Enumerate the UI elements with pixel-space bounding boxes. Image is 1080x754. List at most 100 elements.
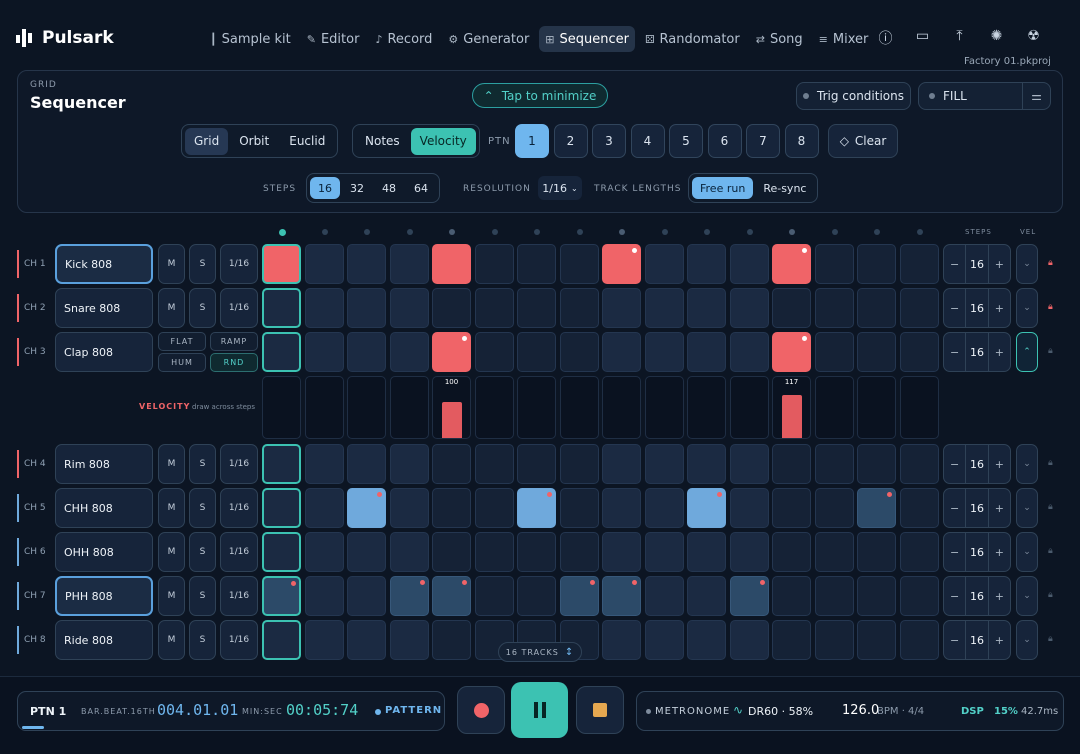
minus-button[interactable]: − [944, 458, 965, 471]
mute-button[interactable]: M [158, 288, 185, 328]
pattern-button[interactable]: 4 [630, 124, 665, 158]
pattern-button[interactable]: 2 [553, 124, 588, 158]
step-cell[interactable] [304, 244, 344, 284]
modes-grid[interactable]: Grid [185, 127, 229, 155]
plus-button[interactable]: + [989, 258, 1010, 271]
velocity-shape-hum[interactable]: HUM [158, 353, 206, 372]
solo-button[interactable]: S [189, 488, 216, 528]
step-cell[interactable] [474, 332, 514, 372]
step-cell[interactable] [602, 244, 641, 284]
track-resolution[interactable]: 1/16 [220, 444, 258, 484]
step-cell[interactable] [644, 620, 684, 660]
step-cell[interactable] [899, 488, 939, 528]
step-cell[interactable] [772, 620, 811, 660]
step-cell[interactable] [559, 532, 599, 572]
velocity-cell[interactable] [729, 376, 769, 439]
pattern-button[interactable]: 5 [669, 124, 703, 158]
plus-button[interactable]: + [989, 502, 1010, 515]
step-cell[interactable] [687, 532, 726, 572]
step-cell[interactable] [347, 444, 386, 484]
velocity-bar[interactable] [442, 402, 462, 438]
step-cell[interactable] [559, 288, 599, 328]
mute-button[interactable]: M [158, 620, 185, 660]
views-notes[interactable]: Notes [356, 128, 409, 155]
plus-button[interactable]: + [989, 590, 1010, 603]
step-cell[interactable] [389, 620, 429, 660]
velocity-cell[interactable] [347, 376, 386, 439]
solo-button[interactable]: S [189, 532, 216, 572]
velocity-cell[interactable] [814, 376, 854, 439]
step-cell[interactable] [347, 488, 386, 528]
minus-button[interactable]: − [944, 546, 965, 559]
step-cell[interactable] [814, 488, 854, 528]
step-cell[interactable] [517, 332, 556, 372]
modes-euclid[interactable]: Euclid [280, 128, 334, 155]
plus-button[interactable]: + [989, 302, 1010, 315]
step-cell[interactable] [262, 444, 301, 484]
step-cell[interactable] [857, 444, 896, 484]
velocity-toggle[interactable]: ⌃ [1016, 332, 1038, 372]
velocity-cell[interactable]: 117 [772, 376, 811, 439]
step-cell[interactable] [729, 332, 769, 372]
upload-icon[interactable]: ⤒ [950, 28, 969, 48]
step-cell[interactable] [814, 444, 854, 484]
step-cell[interactable] [474, 444, 514, 484]
step-cell[interactable] [432, 444, 471, 484]
pattern-button[interactable]: 7 [746, 124, 780, 158]
mute-button[interactable]: M [158, 244, 185, 284]
step-cell[interactable] [559, 244, 599, 284]
velocity-cell[interactable] [857, 376, 896, 439]
track-name[interactable]: Ride 808 [55, 620, 153, 660]
clear-button[interactable]: ◇ Clear [828, 124, 898, 158]
step-cell[interactable] [347, 332, 386, 372]
step-cell[interactable] [517, 576, 556, 616]
velocity-cell[interactable] [304, 376, 344, 439]
track-name[interactable]: PHH 808 [55, 576, 153, 616]
trig-conditions-button[interactable]: Trig conditions [796, 82, 911, 110]
record-button[interactable] [457, 686, 505, 734]
views-velocity[interactable]: Velocity [410, 127, 476, 155]
step-cell[interactable] [262, 620, 301, 660]
velocity-toggle[interactable]: ⌄ [1016, 576, 1038, 616]
step-cell[interactable] [389, 532, 429, 572]
mute-button[interactable]: M [158, 444, 185, 484]
step-cell[interactable] [729, 576, 769, 616]
velocity-cell[interactable] [262, 376, 301, 439]
step-cell[interactable] [644, 532, 684, 572]
step-cell[interactable] [347, 288, 386, 328]
lock-icon[interactable]: 🔒︎ [1048, 634, 1053, 644]
track-resolution[interactable]: 1/16 [220, 488, 258, 528]
step-cell[interactable] [517, 444, 556, 484]
step-cell[interactable] [814, 576, 854, 616]
sliders-icon[interactable]: ⚌ [1022, 83, 1050, 109]
step-cell[interactable] [772, 488, 811, 528]
solo-button[interactable]: S [189, 444, 216, 484]
step-cell[interactable] [602, 532, 641, 572]
velocity-cell[interactable] [687, 376, 726, 439]
nav-mixer[interactable]: ≡ Mixer [813, 26, 875, 52]
step-cell[interactable] [517, 488, 556, 528]
velocity-toggle[interactable]: ⌄ [1016, 288, 1038, 328]
step-cell[interactable] [687, 244, 726, 284]
step-cell[interactable] [432, 332, 471, 372]
velocity-shape-rnd[interactable]: RND [210, 353, 258, 372]
step-cell[interactable] [772, 444, 811, 484]
radiation-icon[interactable]: ☢ [1024, 28, 1043, 48]
lock-icon[interactable]: 🔒︎ [1048, 258, 1053, 268]
step-cell[interactable] [432, 288, 471, 328]
step-cell[interactable] [347, 532, 386, 572]
track-resolution[interactable]: 1/16 [220, 576, 258, 616]
pattern-button[interactable]: 1 [515, 124, 549, 158]
track-name[interactable]: Snare 808 [55, 288, 153, 328]
step-cell[interactable] [262, 532, 301, 572]
step-cell[interactable] [687, 288, 726, 328]
step-cell[interactable] [857, 576, 896, 616]
step-cell[interactable] [262, 488, 301, 528]
steps-16[interactable]: 16 [310, 177, 340, 199]
step-cell[interactable] [517, 288, 556, 328]
velocity-shape-ramp[interactable]: RAMP [210, 332, 258, 351]
velocity-cell[interactable] [602, 376, 641, 439]
step-cell[interactable] [687, 620, 726, 660]
step-cell[interactable] [729, 444, 769, 484]
step-cell[interactable] [262, 244, 301, 284]
